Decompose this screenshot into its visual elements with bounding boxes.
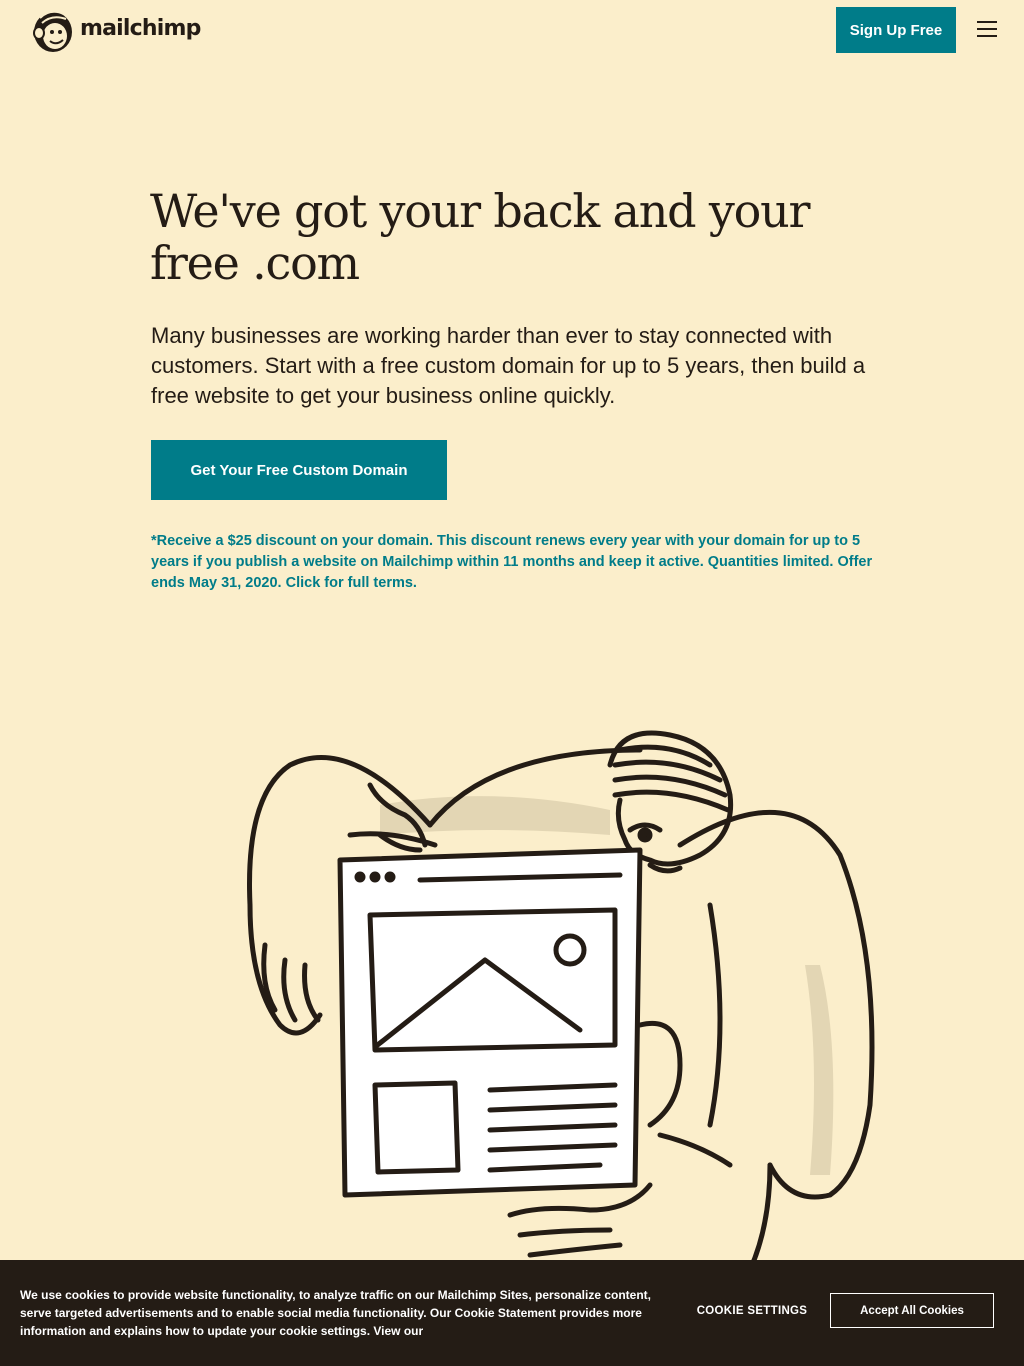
hamburger-menu-icon[interactable] [977,21,997,39]
mailchimp-logo[interactable]: mailchimp [30,6,201,54]
person-holding-website-illustration [247,730,875,1270]
site-header: mailchimp Sign Up Free [0,0,1024,60]
logo-wordmark: mailchimp [80,15,201,41]
menu-line [977,35,997,37]
get-free-domain-button[interactable]: Get Your Free Custom Domain [151,440,447,500]
freddie-logo-icon [33,10,72,52]
hero-description: Many businesses are working harder than … [151,323,866,408]
accept-all-cookies-button[interactable]: Accept All Cookies [830,1293,994,1328]
cookie-banner: We use cookies to provide website functi… [0,1260,1024,1366]
sign-up-free-button[interactable]: Sign Up Free [836,7,956,53]
cookie-notice-text: We use cookies to provide website functi… [20,1288,652,1338]
menu-line [977,21,997,23]
menu-line [977,28,997,30]
cookie-settings-button[interactable]: COOKIE SETTINGS [690,1296,814,1326]
offer-terms-link[interactable]: *Receive a $25 discount on your domain. … [151,531,881,594]
hero-title: We've got your back and your free .com [150,184,811,290]
